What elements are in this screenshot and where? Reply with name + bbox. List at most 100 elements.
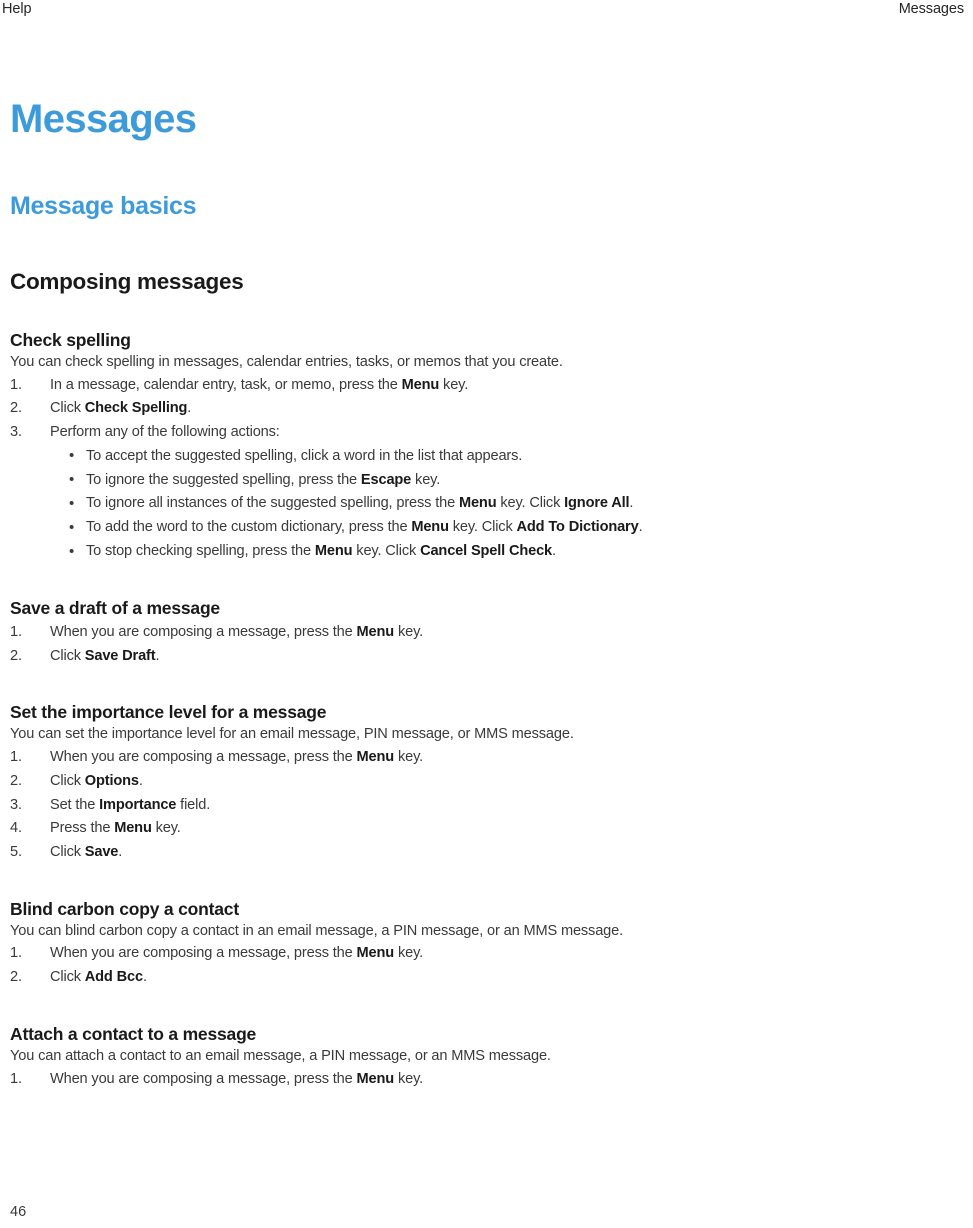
substep-item: • To add the word to the custom dictionar… — [68, 516, 710, 540]
substep-text: To accept the suggested spelling, click … — [86, 448, 522, 464]
step-number: 2. — [10, 400, 22, 417]
ui-term: Add To Dictionary — [516, 519, 639, 536]
ui-term: Menu — [356, 748, 395, 765]
ui-term: Menu — [356, 945, 395, 962]
text-run: . — [142, 969, 147, 986]
step-list: 1. When you are composing a message, pres… — [10, 1068, 710, 1092]
step-text: Perform any of the following actions: — [50, 424, 280, 440]
text-run: To add the word to the custom dictionary… — [86, 519, 412, 536]
ui-term: Save — [84, 844, 119, 861]
ui-term: Menu — [411, 519, 449, 536]
step-text: When you are composing a message, press … — [50, 1071, 423, 1087]
text-run: When you are composing a message, press … — [50, 748, 357, 765]
bullet-icon: • — [69, 471, 75, 489]
text-run: Click — [50, 772, 85, 789]
topic-intro: You can set the importance level for an … — [10, 726, 574, 743]
ui-term: Add Bcc — [84, 969, 143, 986]
page-title: Messages — [10, 97, 197, 141]
step-list: 1. When you are composing a message, pres… — [10, 746, 710, 865]
ui-term: Ignore All — [564, 495, 630, 512]
step-number: 2. — [10, 772, 22, 789]
text-run: . — [187, 400, 192, 417]
topic: Save a draft of a message 1. When you are … — [10, 597, 710, 669]
text-run: To ignore all instances of the suggested… — [86, 495, 459, 512]
step-text: When you are composing a message, press … — [50, 945, 423, 961]
text-run: Click — [50, 844, 85, 861]
bullet-icon: • — [69, 518, 75, 536]
text-run: key. — [411, 471, 441, 488]
ui-term: Menu — [114, 820, 152, 837]
bullet-icon: • — [69, 447, 75, 465]
topic-title: Blind carbon copy a contact — [10, 898, 239, 919]
step-number: 1. — [10, 1070, 22, 1087]
step-number: 3. — [10, 424, 22, 441]
topic-intro: You can blind carbon copy a contact in a… — [10, 922, 624, 939]
text-run: key. Click — [496, 495, 565, 512]
substep-item: • To ignore the suggested spelling, press… — [68, 469, 710, 493]
step-text: Click Check Spelling. — [50, 400, 191, 416]
text-run: Set the — [50, 796, 100, 813]
text-run: . — [155, 647, 160, 664]
step-number: 1. — [10, 945, 22, 962]
text-run: field. — [176, 796, 211, 813]
ui-term: Menu — [458, 495, 497, 512]
step-item: 1. In a message, calendar entry, task, or… — [10, 374, 710, 398]
text-run: Perform any of the following actions: — [50, 424, 280, 441]
step-item: 2. Click Save Draft. — [10, 645, 710, 669]
ui-term: Menu — [356, 623, 395, 640]
step-text: When you are composing a message, press … — [50, 749, 423, 765]
step-list: 1. When you are composing a message, pres… — [10, 942, 710, 990]
step-text: When you are composing a message, press … — [50, 624, 423, 640]
topic-intro: You can check spelling in messages, cale… — [10, 354, 563, 370]
step-number: 2. — [10, 969, 22, 986]
running-header: Help Messages — [0, 0, 973, 28]
text-run: Click — [50, 647, 85, 664]
text-run: To ignore the suggested spelling, press … — [86, 471, 361, 488]
page-subtitle: Message basics — [10, 192, 197, 220]
page-content: Messages Message basics Composing messag… — [10, 96, 710, 1091]
text-run: key. — [394, 623, 424, 640]
ui-term: Save Draft — [84, 647, 156, 664]
step-list: 1. In a message, calendar entry, task, or… — [10, 374, 710, 564]
section-heading: Composing messages — [10, 269, 244, 294]
step-item: 2. Click Check Spelling. — [10, 397, 710, 421]
step-text: Click Add Bcc. — [50, 969, 147, 985]
step-number: 4. — [10, 820, 22, 837]
header-guide-label: Help — [2, 1, 32, 17]
ui-term: Check Spelling — [84, 400, 188, 417]
ui-term: Options — [84, 772, 139, 789]
text-run: key. Click — [352, 543, 421, 560]
text-run: . — [638, 519, 643, 536]
substep-list: • To accept the suggested spelling, click… — [50, 445, 710, 564]
text-run: When you are composing a message, press … — [50, 945, 357, 962]
text-run: In a message, calendar entry, task, or m… — [50, 376, 402, 393]
ui-term: Menu — [401, 376, 440, 393]
topic: Check spelling You can check spelling in … — [10, 329, 710, 564]
substep-text: To stop checking spelling, press the Men… — [86, 543, 556, 559]
text-run: key. — [394, 945, 424, 962]
step-text: Set the Importance field. — [50, 797, 210, 813]
ui-term: Escape — [360, 471, 412, 488]
step-text: In a message, calendar entry, task, or m… — [50, 377, 468, 393]
text-run: Click — [50, 969, 85, 986]
substep-item: • To stop checking spelling, press the Me… — [68, 540, 710, 564]
topic-list: Check spelling You can check spelling in … — [10, 329, 710, 1091]
text-run: key. — [394, 1070, 424, 1087]
topic-title: Check spelling — [10, 330, 131, 350]
text-run: . — [552, 543, 556, 560]
ui-term: Menu — [356, 1070, 395, 1087]
text-run: . — [138, 772, 143, 789]
step-text: Click Save Draft. — [50, 647, 160, 664]
text-run: key. Click — [448, 519, 517, 536]
step-number: 1. — [10, 623, 22, 640]
step-number: 1. — [10, 748, 22, 765]
topic-title: Set the importance level for a message — [10, 702, 327, 723]
bullet-icon: • — [69, 542, 75, 560]
step-number: 1. — [10, 376, 22, 393]
text-run: key. — [151, 820, 181, 837]
step-number: 5. — [10, 844, 22, 861]
step-text: Click Options. — [50, 773, 143, 789]
substep-item: • To accept the suggested spelling, click… — [68, 445, 710, 469]
text-run: When you are composing a message, press … — [50, 623, 357, 640]
topic: Attach a contact to a message You can att… — [10, 1023, 710, 1091]
